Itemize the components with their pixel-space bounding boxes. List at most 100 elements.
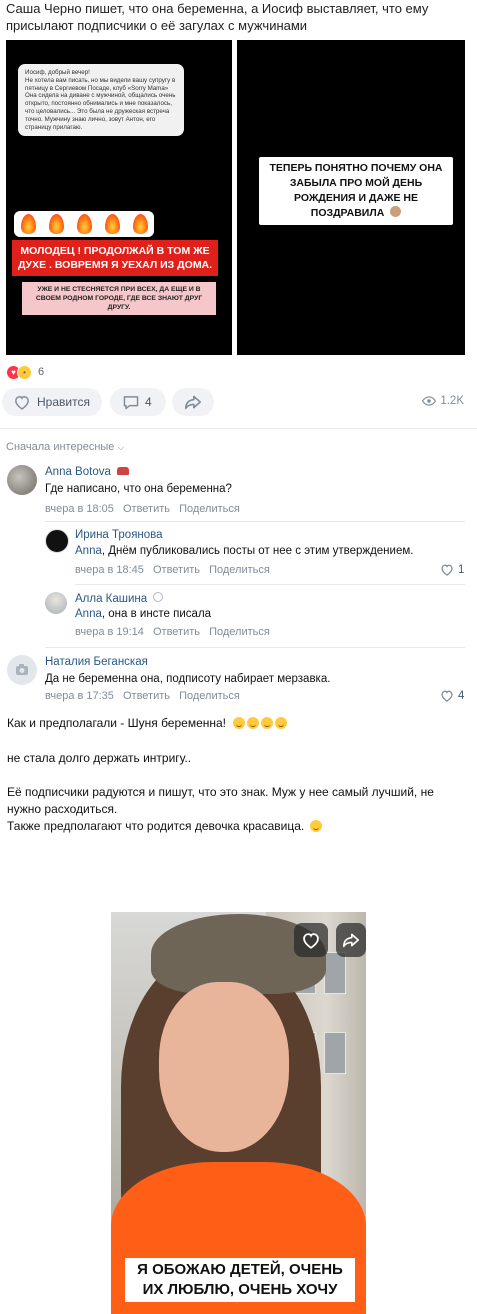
comment-reply-item: Ирина Троянова Anna, Днём публиковались … xyxy=(0,525,477,583)
comment-like-button[interactable]: 1 xyxy=(440,563,464,576)
comment-like-button[interactable]: 4 xyxy=(440,689,464,702)
views-count: 1.2K xyxy=(440,395,464,407)
story-image-right[interactable]: ТЕПЕРЬ ПОНЯТНО ПОЧЕМУ ОНА ЗАБЫЛА ПРО МОЙ… xyxy=(237,40,465,355)
reactions-count: 6 xyxy=(38,366,45,378)
car-emoji-icon xyxy=(117,467,130,475)
reply-button[interactable]: Ответить xyxy=(123,690,170,702)
share-comment-button[interactable]: Поделиться xyxy=(179,690,240,702)
comment-meta: вчера в 19:14 Ответить Поделиться xyxy=(75,626,276,638)
like-button[interactable]: Нравится xyxy=(2,388,102,416)
message-card: Иосиф, добрый вечер! Не хотела вам писат… xyxy=(18,64,184,137)
comment-author[interactable]: Anna Botova xyxy=(45,466,130,478)
video-caption: Я ОБОЖАЮ ДЕТЕЙ, ОЧЕНЬ ИХ ЛЮБЛЮ, ОЧЕНЬ ХО… xyxy=(125,1258,355,1302)
reply-button[interactable]: Ответить xyxy=(123,503,170,515)
grin-emoji-icon xyxy=(275,717,288,729)
post-line: не стала долго держать интригу.. xyxy=(7,751,192,765)
comment-time[interactable]: вчера в 17:35 xyxy=(45,690,114,702)
post-paragraph: Её подписчики радуются и пишут, что это … xyxy=(7,784,469,835)
share-comment-button[interactable]: Поделиться xyxy=(209,564,270,576)
comment-author[interactable]: Наталия Беганская xyxy=(45,656,148,668)
comment-time[interactable]: вчера в 18:45 xyxy=(75,564,144,576)
comments-count: 4 xyxy=(145,395,152,409)
smile-emoji-icon xyxy=(309,820,322,832)
share-icon xyxy=(185,395,202,410)
comment-time[interactable]: вчера в 18:05 xyxy=(45,503,114,515)
person-face xyxy=(159,982,289,1152)
heart-icon xyxy=(441,690,453,702)
intro-text: Саша Черно пишет, что она беременна, а И… xyxy=(6,1,429,33)
comment-meta: вчера в 18:05 Ответить Поделиться xyxy=(45,503,246,515)
heart-icon xyxy=(441,564,453,576)
comments-sort-dropdown[interactable]: Сначала интересные ⌵ xyxy=(6,441,124,453)
comment-text: Anna, она в инсте писала xyxy=(75,608,211,620)
man-emoji-icon xyxy=(390,206,402,217)
comment-text: Да не беременна она, подписоту набирает … xyxy=(45,673,331,685)
comment-reply-item: Алла Кашина Anna, она в инсте писала вче… xyxy=(0,588,477,644)
grin-emoji-icon xyxy=(247,717,260,729)
comment-item: Anna Botova Где написано, что она береме… xyxy=(0,462,477,522)
views-counter: 1.2K xyxy=(422,395,464,407)
comment-author-name: Anna Botova xyxy=(45,466,111,478)
avatar[interactable] xyxy=(45,529,69,553)
share-button[interactable] xyxy=(172,388,214,416)
fire-icon xyxy=(104,214,120,234)
heart-icon xyxy=(15,396,29,410)
comment-text: Anna, Днём публиковались посты от нее с … xyxy=(75,545,413,557)
mention-link[interactable]: Anna xyxy=(75,545,102,557)
divider xyxy=(45,647,465,648)
post-line: Как и предполагали - Шуня беременна! xyxy=(7,715,289,732)
divider xyxy=(45,521,465,522)
comment-item: Наталия Беганская Да не беременна она, п… xyxy=(0,652,477,707)
grin-emoji-icon xyxy=(233,717,246,729)
video-share-button[interactable] xyxy=(336,923,366,957)
share-icon xyxy=(342,933,359,948)
comment-meta: вчера в 18:45 Ответить Поделиться xyxy=(75,564,276,576)
eye-icon xyxy=(422,396,437,406)
story-image-left[interactable]: Иосиф, добрый вечер! Не хотела вам писат… xyxy=(6,40,232,355)
mention-link[interactable]: Anna xyxy=(75,608,102,620)
wow-reaction-icon: • xyxy=(17,364,32,380)
comment-author[interactable]: Алла Кашина xyxy=(75,592,164,605)
post-line-text: Как и предполагали - Шуня беременна! xyxy=(7,716,227,730)
divider xyxy=(0,428,477,429)
comment-body: , она в инсте писала xyxy=(101,608,212,620)
story-white-caption: ТЕПЕРЬ ПОНЯТНО ПОЧЕМУ ОНА ЗАБЫЛА ПРО МОЙ… xyxy=(259,157,453,225)
story-white-caption-text: ТЕПЕРЬ ПОНЯТНО ПОЧЕМУ ОНА ЗАБЫЛА ПРО МОЙ… xyxy=(269,162,443,219)
comment-author[interactable]: Ирина Троянова xyxy=(75,529,163,541)
fire-icon xyxy=(20,214,36,234)
story-pink-caption: УЖЕ И НЕ СТЕСНЯЕТСЯ ПРИ ВСЕХ, ДА ЕЩЕ И В… xyxy=(22,282,216,315)
comment-meta: вчера в 17:35 Ответить Поделиться xyxy=(45,690,246,702)
comment-time[interactable]: вчера в 19:14 xyxy=(75,626,144,638)
fire-emoji-row xyxy=(14,211,154,237)
comment-like-count: 1 xyxy=(458,563,465,576)
avatar[interactable] xyxy=(7,465,37,495)
video-like-button[interactable] xyxy=(294,923,328,957)
comment-author-name: Алла Кашина xyxy=(75,593,148,605)
fire-icon xyxy=(48,214,64,234)
reply-button[interactable]: Ответить xyxy=(153,564,200,576)
share-comment-button[interactable]: Поделиться xyxy=(179,503,240,515)
reply-button[interactable]: Ответить xyxy=(153,626,200,638)
avatar[interactable] xyxy=(7,655,37,685)
comment-body: , Днём публиковались посты от нее с этим… xyxy=(101,545,414,557)
chevron-down-icon: ⌵ xyxy=(117,442,125,452)
divider xyxy=(75,584,465,585)
grin-emoji-icon xyxy=(261,717,274,729)
avatar[interactable] xyxy=(45,592,67,614)
comments-sort-label: Сначала интересные xyxy=(6,441,115,453)
video-preview[interactable]: Я ОБОЖАЮ ДЕТЕЙ, ОЧЕНЬ ИХ ЛЮБЛЮ, ОЧЕНЬ ХО… xyxy=(111,912,366,1314)
post-actions: Нравится 4 1.2K xyxy=(2,388,472,416)
ring-emoji-icon xyxy=(153,592,164,602)
share-comment-button[interactable]: Поделиться xyxy=(209,626,270,638)
comment-text: Где написано, что она беременна? xyxy=(45,483,232,495)
post-line-text: Также предполагают что родится девочка к… xyxy=(7,818,469,835)
like-label: Нравится xyxy=(37,395,90,409)
post-line-text-inner: Также предполагают что родится девочка к… xyxy=(7,819,305,833)
reactions-summary[interactable]: ♥ • 6 xyxy=(7,364,45,380)
heart-icon xyxy=(303,933,319,949)
fire-icon xyxy=(76,214,92,234)
fire-icon xyxy=(132,214,148,234)
camera-icon xyxy=(16,664,28,675)
comment-button[interactable]: 4 xyxy=(110,388,166,416)
story-red-caption: МОЛОДЕЦ ! ПРОДОЛЖАЙ В ТОМ ЖЕ ДУХЕ . ВОВР… xyxy=(12,240,218,276)
